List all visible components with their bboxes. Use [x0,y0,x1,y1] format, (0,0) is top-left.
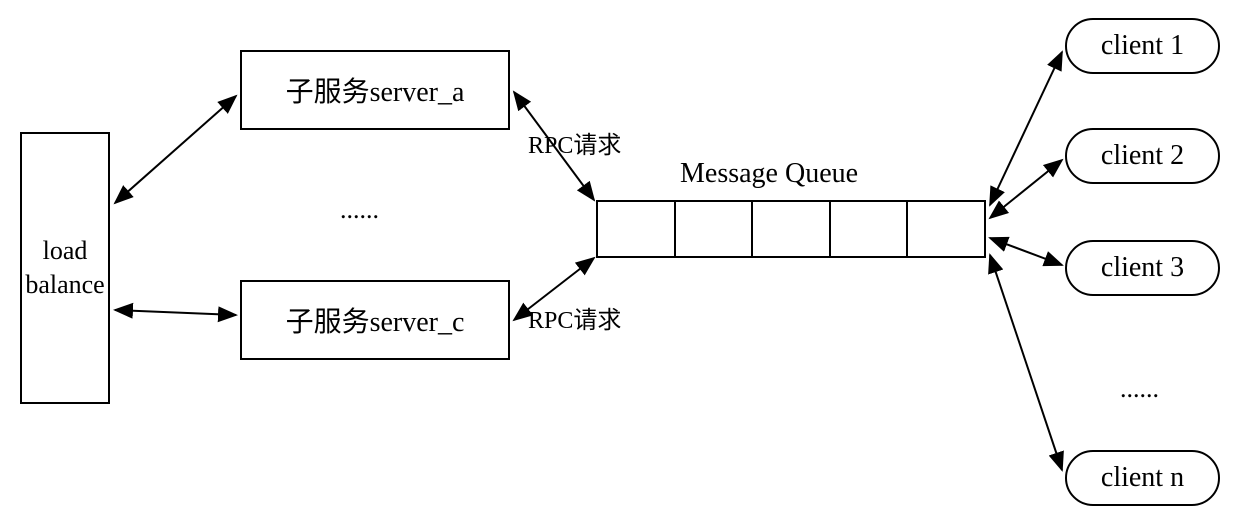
server-c-box: 子服务server_c [240,280,510,360]
queue-cell [753,202,831,256]
rpc-label-2: RPC请求 [528,300,621,335]
server-a-label: 子服务server_a [286,70,465,110]
rpc-label-1: RPC请求 [528,125,621,160]
message-queue [596,200,986,258]
client-1-label: client 1 [1101,30,1184,62]
client-1-box: client 1 [1065,18,1220,74]
load-balance-label: load balance [25,234,104,302]
queue-cell [598,202,676,256]
client-2-box: client 2 [1065,128,1220,184]
queue-cell [676,202,754,256]
clients-ellipsis: ...... [1120,374,1159,404]
queue-cell [908,202,984,256]
server-a-box: 子服务server_a [240,50,510,130]
client-n-label: client n [1101,462,1184,494]
servers-ellipsis: ...... [340,195,379,225]
message-queue-label: Message Queue [680,158,858,190]
client-3-box: client 3 [1065,240,1220,296]
client-n-box: client n [1065,450,1220,506]
load-balance-box: load balance [20,132,110,404]
arrows-layer [0,0,1240,528]
server-c-label: 子服务server_c [286,300,465,340]
client-3-label: client 3 [1101,252,1184,284]
queue-cell [831,202,909,256]
client-2-label: client 2 [1101,140,1184,172]
